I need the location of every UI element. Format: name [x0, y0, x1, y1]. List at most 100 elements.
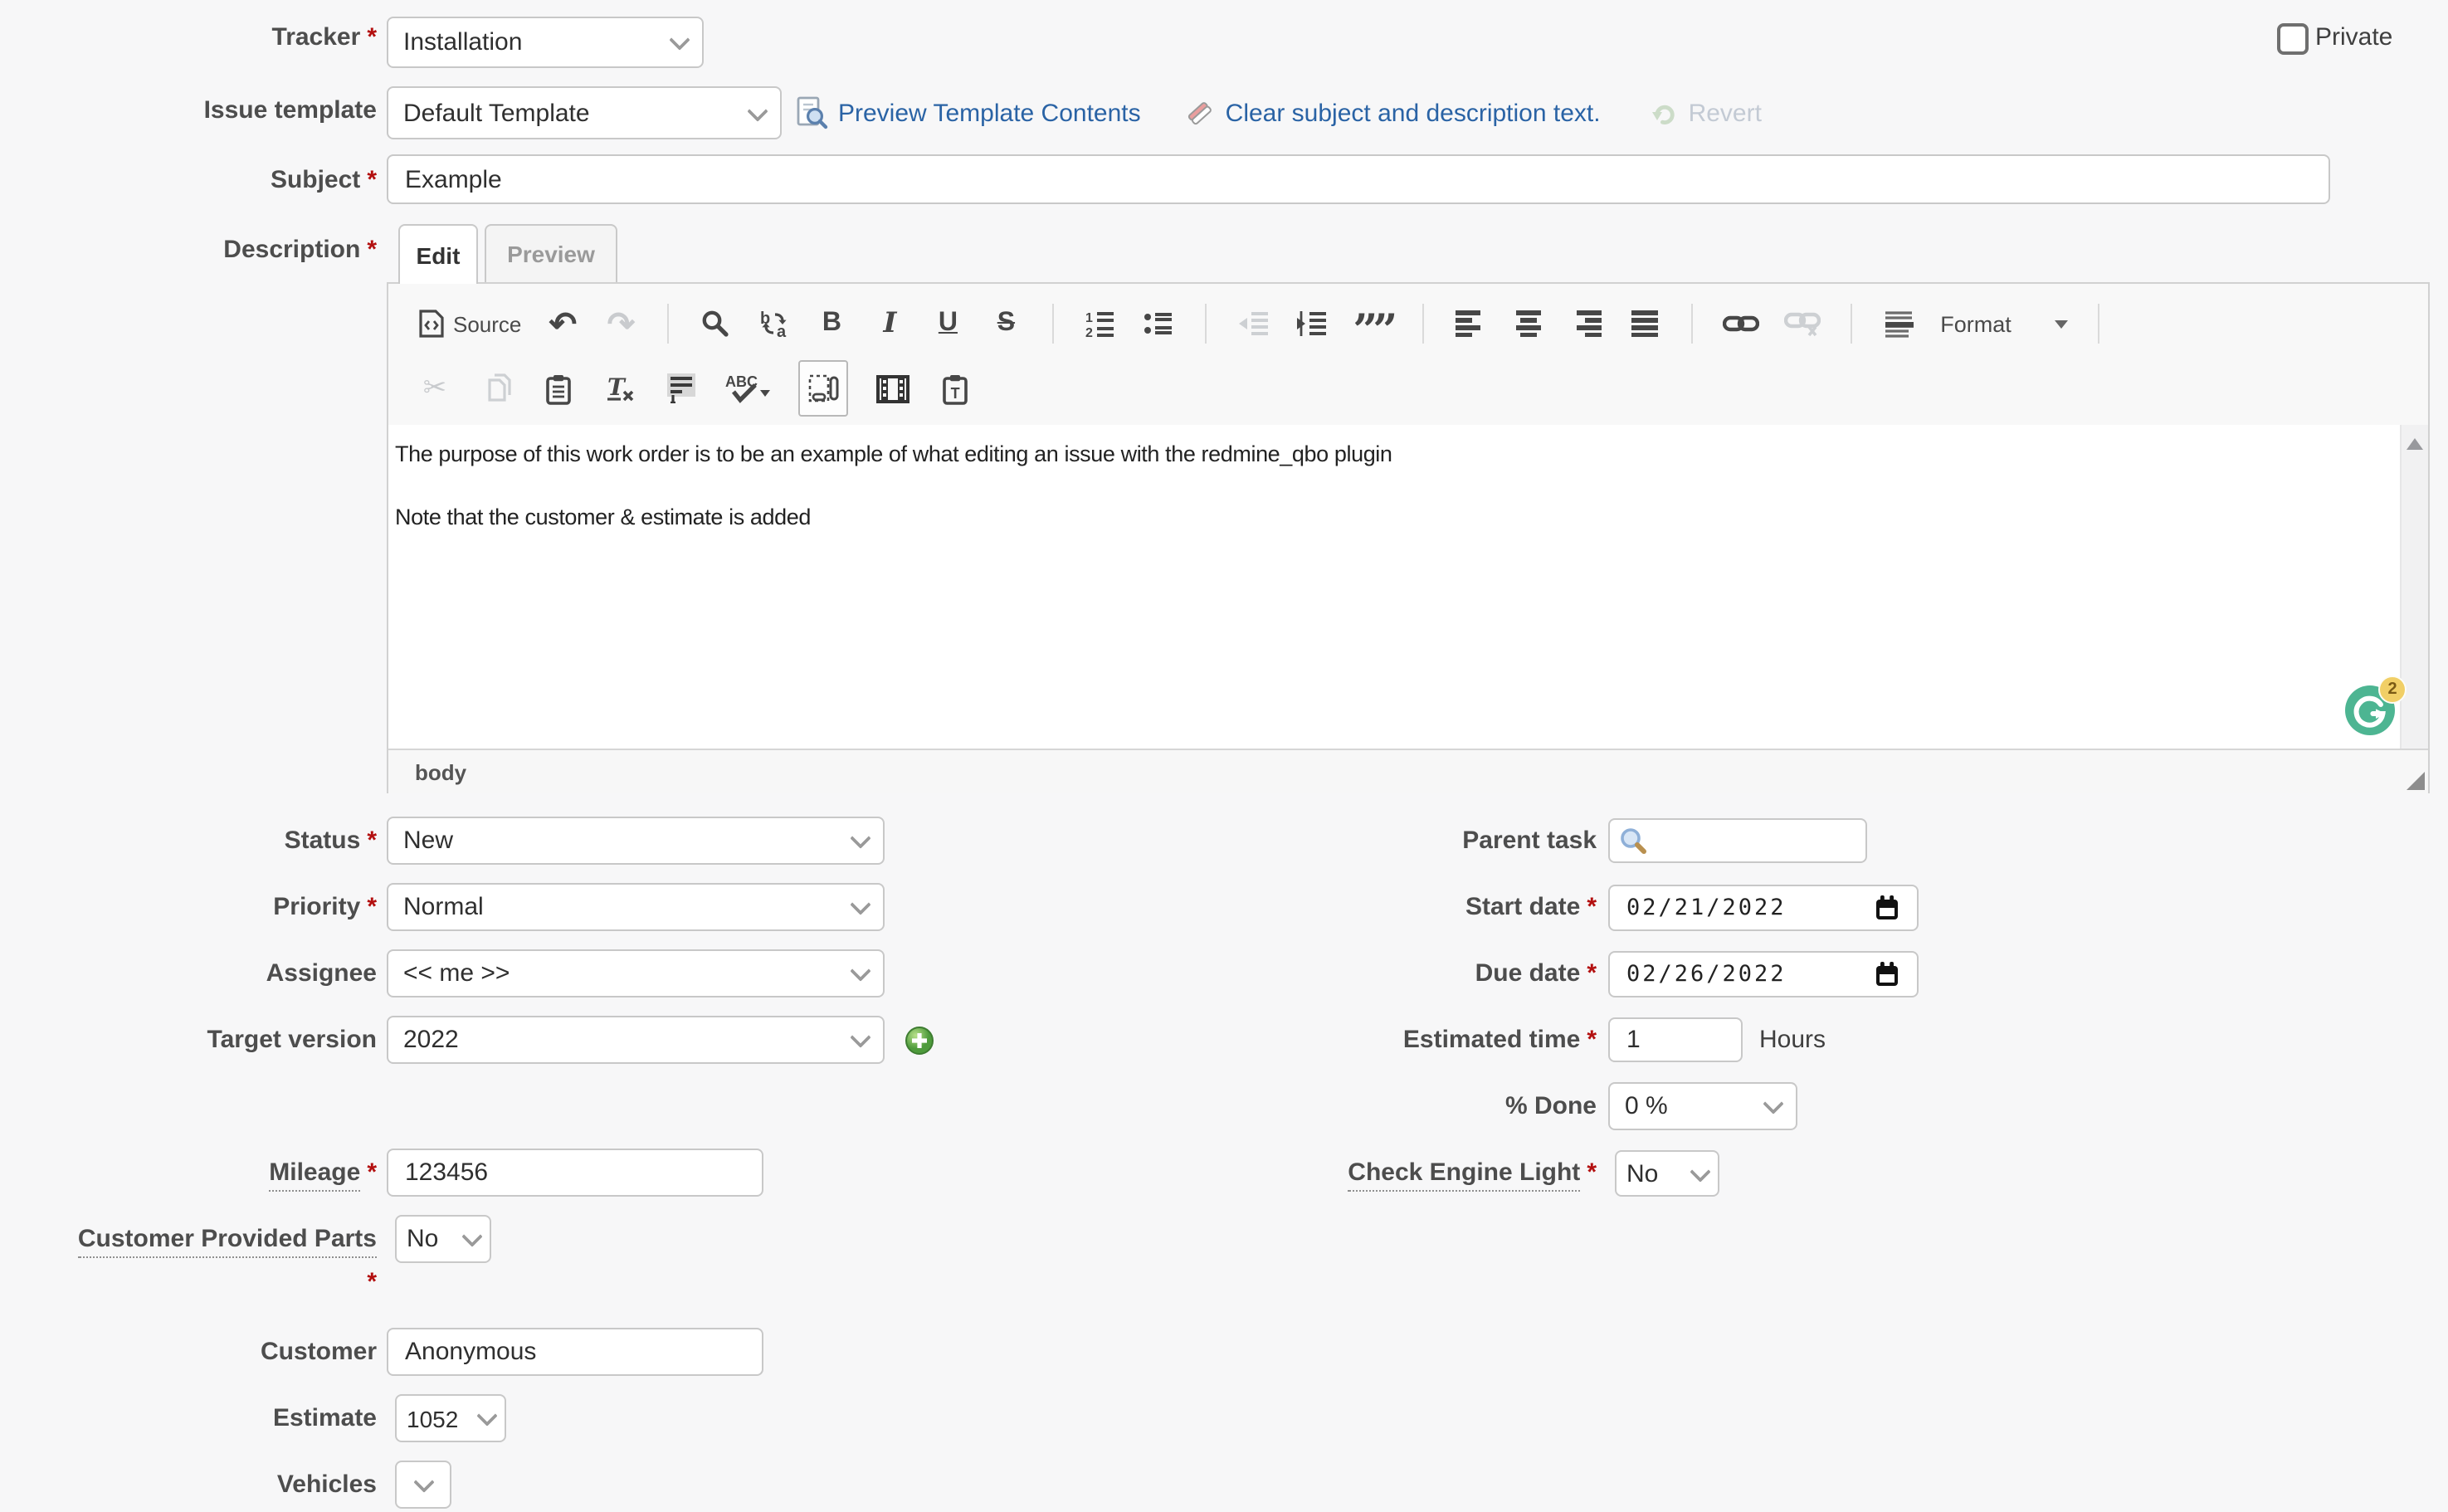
due-date-input[interactable]: 02/26/2022 — [1608, 951, 1919, 997]
check-engine-light-select[interactable]: No — [1615, 1150, 1719, 1197]
add-version-button[interactable] — [905, 1026, 934, 1056]
check-engine-light-select-value: No — [1626, 1159, 1658, 1188]
tab-preview[interactable]: Preview — [485, 224, 617, 284]
outdent-icon — [1236, 302, 1270, 345]
toolbar-separator — [667, 304, 669, 344]
estimated-time-input[interactable]: 1 — [1608, 1017, 1743, 1062]
tracker-select[interactable]: Installation — [387, 17, 704, 68]
numbered-list-icon[interactable]: 12 — [1084, 302, 1117, 345]
hours-suffix: Hours — [1759, 1026, 1826, 1054]
issue-template-select[interactable]: Default Template — [387, 86, 782, 139]
svg-text:2: 2 — [1085, 326, 1093, 339]
paste-icon[interactable] — [541, 367, 574, 410]
chevron-down-icon — [1763, 1093, 1783, 1114]
svg-text:T: T — [607, 373, 626, 401]
calendar-icon[interactable] — [1874, 961, 1900, 988]
priority-select[interactable]: Normal — [387, 883, 885, 931]
align-center-icon[interactable] — [1512, 302, 1545, 345]
required-mark: * — [1587, 1158, 1597, 1187]
strikethrough-icon[interactable] — [989, 302, 1022, 345]
percent-done-label: % Done — [1220, 1092, 1597, 1122]
template-actions: Preview Template Contents Clear subject … — [795, 86, 1762, 139]
clear-subject-link[interactable]: Clear subject and description text. — [1226, 99, 1601, 127]
assignee-select[interactable]: << me >> — [387, 949, 885, 997]
editor-scrollbar[interactable] — [2400, 425, 2428, 749]
target-version-label: Target version — [0, 1026, 377, 1056]
editor-toolbar: Source ba 12 — [388, 284, 2428, 427]
format-dropdown[interactable]: Format — [1940, 311, 2068, 336]
vehicles-select[interactable] — [395, 1461, 451, 1509]
source-button[interactable]: Source — [418, 302, 521, 345]
element-path-bar: body — [388, 749, 2428, 793]
blockquote-icon[interactable] — [1353, 302, 1392, 345]
description-editor[interactable]: The purpose of this work order is to be … — [388, 425, 2428, 749]
customer-input[interactable]: Anonymous — [387, 1328, 763, 1376]
required-mark: * — [367, 1158, 377, 1187]
start-date-value: 02/21/2022 — [1626, 895, 1787, 921]
grammarly-icon[interactable]: 2 — [2345, 685, 2395, 735]
mileage-input[interactable]: 123456 — [387, 1149, 763, 1197]
bullet-list-icon[interactable] — [1142, 302, 1175, 345]
tab-edit[interactable]: Edit — [398, 224, 478, 284]
link-icon[interactable] — [1723, 302, 1759, 345]
revert-link: Revert — [1689, 99, 1762, 127]
chevron-down-icon — [412, 1471, 433, 1492]
required-mark: * — [367, 23, 377, 51]
description-text-line: Note that the customer & estimate is add… — [395, 505, 2388, 529]
required-mark: * — [367, 827, 377, 855]
toolbar-separator — [1052, 304, 1054, 344]
description-label: Description* — [0, 236, 377, 266]
customer-provided-parts-label: Customer Provided Parts * — [0, 1225, 377, 1298]
cut-icon — [418, 367, 451, 410]
start-date-input[interactable]: 02/21/2022 — [1608, 885, 1919, 931]
find-icon[interactable] — [699, 302, 732, 345]
estimated-time-value: 1 — [1626, 1026, 1641, 1054]
subject-input-value: Example — [405, 165, 502, 193]
private-label: Private — [2315, 23, 2392, 51]
toolbar-separator — [1851, 304, 1852, 344]
subject-label: Subject* — [0, 166, 377, 196]
italic-icon[interactable] — [873, 302, 906, 345]
align-right-icon[interactable] — [1570, 302, 1603, 345]
percent-done-select[interactable]: 0 % — [1608, 1082, 1797, 1130]
estimate-label: Estimate — [0, 1404, 377, 1434]
subject-input[interactable]: Example — [387, 154, 2330, 204]
spellcheck-icon[interactable]: ABC — [725, 367, 770, 410]
estimate-select[interactable]: 1052 — [395, 1394, 506, 1442]
indent-icon[interactable] — [1295, 302, 1328, 345]
start-date-label: Start date* — [1220, 893, 1597, 923]
bold-icon[interactable] — [815, 302, 848, 345]
parent-task-input[interactable] — [1608, 818, 1867, 863]
paragraph-format-icon[interactable] — [1882, 302, 1915, 345]
underline-icon[interactable] — [931, 302, 964, 345]
show-blocks-icon[interactable] — [798, 360, 848, 417]
element-path-label[interactable]: body — [415, 759, 466, 784]
estimate-select-value: 1052 — [407, 1405, 458, 1432]
issue-template-label: Issue template — [0, 96, 377, 126]
svg-text:1: 1 — [1085, 311, 1093, 325]
required-mark: * — [1587, 1026, 1597, 1054]
private-checkbox[interactable] — [2277, 23, 2309, 55]
required-mark: * — [1587, 893, 1597, 921]
select-all-icon[interactable] — [664, 367, 697, 410]
customer-provided-parts-select[interactable]: No — [395, 1215, 491, 1263]
undo-icon[interactable] — [546, 302, 579, 345]
align-justify-icon[interactable] — [1628, 302, 1661, 345]
parent-task-label: Parent task — [1220, 827, 1597, 856]
scroll-up-icon[interactable] — [2407, 438, 2423, 450]
calendar-icon[interactable] — [1874, 895, 1900, 921]
required-mark: * — [367, 236, 377, 264]
preview-template-link[interactable]: Preview Template Contents — [838, 99, 1141, 127]
align-left-icon[interactable] — [1454, 302, 1487, 345]
status-select[interactable]: New — [387, 817, 885, 865]
replace-icon[interactable]: ba — [757, 302, 790, 345]
unlink-icon — [1784, 302, 1821, 345]
resize-handle-icon[interactable] — [2407, 772, 2425, 790]
tracker-select-value: Installation — [403, 28, 522, 56]
required-mark: * — [367, 1268, 377, 1298]
target-version-select[interactable]: 2022 — [387, 1016, 885, 1064]
remove-format-icon[interactable]: T — [602, 367, 636, 410]
paste-text-icon[interactable]: T — [938, 367, 971, 410]
issue-template-select-value: Default Template — [403, 99, 590, 127]
media-icon[interactable] — [876, 367, 909, 410]
